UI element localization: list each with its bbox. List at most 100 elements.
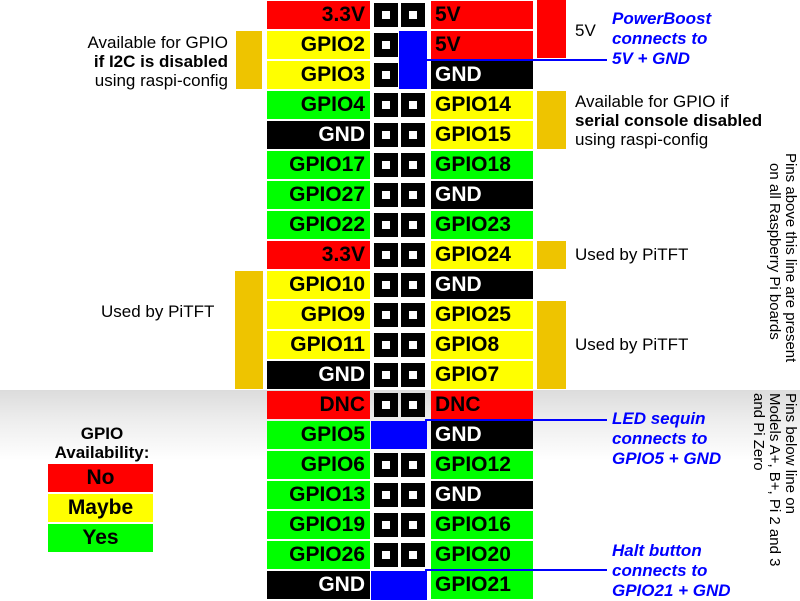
pin-label-left: GPIO22 (267, 211, 370, 239)
halt-callout-line-drop (425, 569, 427, 577)
pin-label-right: GPIO18 (431, 151, 533, 179)
halt-pin-highlight (371, 571, 427, 600)
serial-note-line1: Available for GPIO if (575, 92, 729, 111)
pin-label-right: GPIO12 (431, 451, 533, 479)
pin-even (401, 483, 425, 507)
pin-even (401, 123, 425, 147)
halt-callout-line1: Halt button (612, 541, 702, 560)
pin-label-right: GPIO23 (431, 211, 533, 239)
led-callout-line1: LED sequin (612, 409, 706, 428)
pitft-right-bar-2 (537, 301, 566, 389)
pitft-right-note-2: Used by PiTFT (575, 335, 689, 354)
pin-label-left: GPIO13 (267, 481, 370, 509)
led-callout-line-drop (425, 419, 427, 427)
pin-odd (374, 303, 398, 327)
halt-callout-line (427, 569, 607, 571)
pin-even (401, 213, 425, 237)
pin-label-left: GPIO3 (267, 61, 370, 89)
pin-label-right: GPIO24 (431, 241, 533, 269)
powerboost-pin-highlight (399, 31, 427, 89)
led-callout: LED sequin connects to GPIO5 + GND (612, 409, 721, 469)
pin-odd (374, 93, 398, 117)
pin-label-left: GPIO5 (267, 421, 370, 449)
led-pin-highlight (371, 421, 427, 449)
pin-label-left: GPIO10 (267, 271, 370, 299)
powerboost-callout-line3: 5V + GND (612, 49, 690, 68)
legend-title-line2: Availability: (54, 443, 150, 462)
pin-even (401, 3, 425, 27)
below-line-note-line3: and Pi Zero (750, 393, 767, 471)
i2c-note-line1: Available for GPIO (87, 33, 228, 52)
fivev-note: 5V (575, 21, 596, 40)
pin-odd (374, 273, 398, 297)
pin-odd (374, 243, 398, 267)
pin-row: GPIO27 GND (0, 180, 800, 210)
above-line-note-line1: Pins above this line are present (782, 153, 799, 363)
pin-label-left: GPIO27 (267, 181, 370, 209)
i2c-note: Available for GPIO if I2C is disabled us… (40, 33, 228, 90)
pin-even (401, 153, 425, 177)
halt-callout: Halt button connects to GPIO21 + GND (612, 541, 731, 601)
legend-no: No (48, 464, 153, 492)
serial-note-line2: serial console disabled (575, 111, 763, 130)
pin-odd (374, 33, 398, 57)
legend-yes: Yes (48, 524, 153, 552)
pin-even (401, 243, 425, 267)
pin-label-right: GPIO25 (431, 301, 533, 329)
pin-label-right: 5V (431, 1, 533, 29)
pin-odd (374, 153, 398, 177)
above-line-note: Pins above this line are present on all … (766, 153, 799, 363)
pin-label-right: GPIO16 (431, 511, 533, 539)
pitft-right-bar-1 (537, 241, 566, 269)
pin-label-right: GND (431, 61, 533, 89)
legend-maybe: Maybe (48, 494, 153, 522)
pin-label-right: GPIO20 (431, 541, 533, 569)
pin-label-right: GPIO8 (431, 331, 533, 359)
fivev-bar (537, 0, 566, 58)
pin-label-left: GPIO2 (267, 31, 370, 59)
below-line-note-line2: Models A+, B+, Pi 2 and 3 (766, 393, 783, 567)
pin-label-left: GND (267, 361, 370, 389)
pin-odd (374, 543, 398, 567)
halt-callout-line3: GPIO21 + GND (612, 581, 731, 600)
pin-even (401, 303, 425, 327)
pin-even (401, 543, 425, 567)
pin-label-left: GPIO11 (267, 331, 370, 359)
below-line-note: Pins below line on Models A+, B+, Pi 2 a… (750, 393, 799, 567)
serial-note: Available for GPIO if serial console dis… (575, 92, 762, 149)
pin-label-left: GPIO4 (267, 91, 370, 119)
pin-label-right: GPIO21 (431, 571, 533, 599)
i2c-note-line2: if I2C is disabled (93, 52, 228, 71)
pin-label-left: 3.3V (267, 1, 370, 29)
pin-label-left: 3.3V (267, 241, 370, 269)
pin-label-left: GPIO9 (267, 301, 370, 329)
pitft-right-note-1: Used by PiTFT (575, 245, 689, 264)
serial-bar (537, 91, 566, 149)
pin-odd (374, 453, 398, 477)
pin-odd (374, 63, 398, 87)
legend-title-line1: GPIO (80, 424, 124, 443)
pin-label-left: GPIO17 (267, 151, 370, 179)
pitft-left-note: Used by PiTFT (101, 302, 215, 321)
pin-even (401, 363, 425, 387)
powerboost-callout-line2: connects to (612, 29, 708, 48)
i2c-bar (236, 31, 262, 89)
legend-title: GPIO Availability: (46, 424, 158, 462)
pin-row: GPIO17 GPIO18 (0, 150, 800, 180)
pin-even (401, 393, 425, 417)
pin-odd (374, 183, 398, 207)
halt-callout-line2: connects to (612, 561, 708, 580)
pin-label-left: GND (267, 121, 370, 149)
pin-odd (374, 3, 398, 27)
pin-label-left: GPIO19 (267, 511, 370, 539)
led-callout-line3: GPIO5 + GND (612, 449, 722, 468)
powerboost-callout: PowerBoost connects to 5V + GND (612, 9, 711, 69)
pin-label-right: GND (431, 271, 533, 299)
pin-row: GPIO10 GND (0, 270, 800, 300)
pin-row: GND GPIO7 (0, 360, 800, 390)
pin-even (401, 513, 425, 537)
led-callout-line2: connects to (612, 429, 708, 448)
pitft-left-bar (235, 271, 263, 389)
pin-even (401, 453, 425, 477)
pin-label-right: GND (431, 421, 533, 449)
